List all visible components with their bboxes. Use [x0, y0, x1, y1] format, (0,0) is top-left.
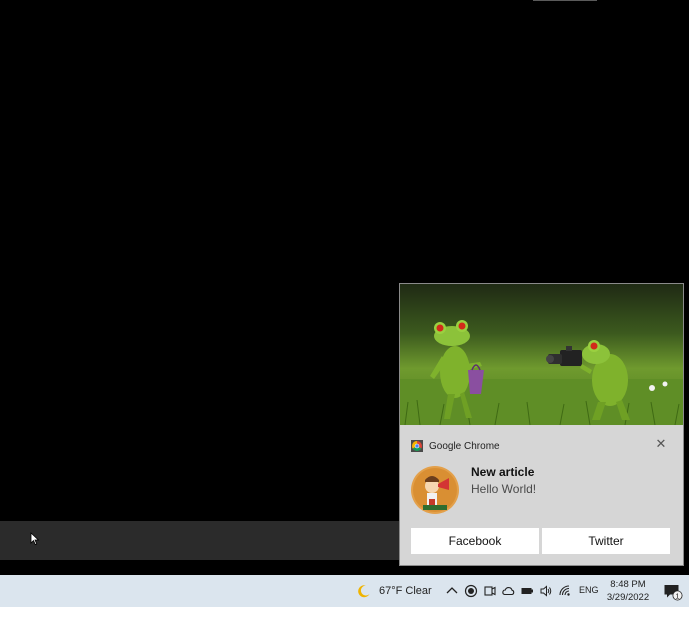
taskbar: 67°F Clear ENG 8:48 PM 3/29/2022 1 — [0, 575, 689, 607]
window-strip — [0, 521, 400, 560]
twitter-button[interactable]: Twitter — [542, 528, 670, 554]
chevron-up-icon[interactable] — [445, 584, 459, 598]
toast-header: Google Chrome — [411, 439, 500, 453]
clock[interactable]: 8:48 PM 3/29/2022 — [604, 578, 652, 604]
record-icon[interactable] — [464, 584, 478, 598]
app-name: Google Chrome — [429, 440, 500, 452]
chrome-icon — [411, 440, 423, 452]
cloud-icon[interactable] — [501, 584, 515, 598]
action-center-icon[interactable]: 1 — [663, 583, 683, 601]
weather-widget[interactable]: 67°F Clear — [357, 575, 432, 607]
volume-icon[interactable] — [539, 584, 553, 598]
notification-title: New article — [471, 465, 535, 479]
notification-count-badge: 1 — [675, 591, 679, 600]
weather-text: 67°F Clear — [379, 585, 432, 597]
top-edge-line — [533, 0, 597, 1]
toast-notification[interactable]: Google Chrome ✕ New article Hello World!… — [399, 283, 684, 566]
hero-image — [400, 284, 683, 425]
meet-now-icon[interactable] — [483, 584, 497, 598]
clock-time: 8:48 PM — [610, 579, 646, 590]
facebook-button[interactable]: Facebook — [411, 528, 539, 554]
notification-body: Hello World! — [471, 482, 537, 496]
battery-icon[interactable] — [520, 584, 534, 598]
app-logo-icon — [411, 466, 459, 514]
language-indicator[interactable]: ENG — [579, 585, 599, 595]
wifi-icon[interactable] — [558, 584, 572, 598]
mouse-cursor-icon — [30, 532, 40, 546]
close-icon[interactable]: ✕ — [654, 437, 668, 451]
clock-date: 3/29/2022 — [606, 592, 650, 603]
screen: Google Chrome ✕ New article Hello World!… — [0, 0, 695, 620]
moon-icon — [358, 585, 370, 598]
bottom-margin — [0, 607, 695, 620]
